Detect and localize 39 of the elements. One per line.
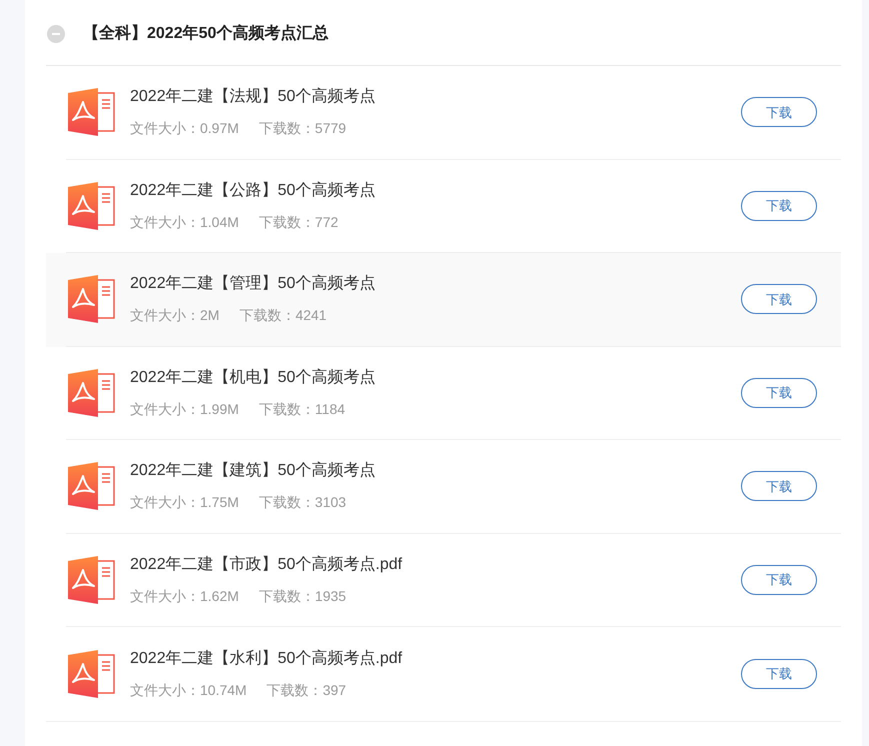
pdf-file-icon [66, 180, 116, 231]
file-size: 文件大小：1.99M [130, 400, 239, 419]
file-size: 文件大小：1.04M [130, 212, 239, 232]
download-count: 下载数：397 [266, 680, 346, 700]
download-button[interactable]: 下载 [741, 190, 817, 221]
file-size: 文件大小：1.62M [130, 586, 239, 606]
download-count: 下载数：4241 [239, 306, 327, 326]
download-button[interactable]: 下载 [741, 658, 817, 689]
pdf-file-icon [66, 87, 116, 138]
download-count: 下载数：1184 [258, 400, 346, 419]
file-size: 文件大小：0.97M [130, 119, 239, 138]
download-button[interactable]: 下载 [741, 471, 817, 502]
file-size: 文件大小：2M [130, 306, 220, 326]
download-count: 下载数：5779 [258, 119, 346, 138]
file-row[interactable]: 2022年二建【管理】50个高频考点 文件大小：2M 下载数：4241 下载 [46, 253, 841, 346]
file-name[interactable]: 2022年二建【管理】50个高频考点 [130, 272, 741, 296]
file-size: 文件大小：10.74M [130, 680, 247, 700]
file-name[interactable]: 2022年二建【市政】50个高频考点.pdf [130, 552, 741, 577]
file-name[interactable]: 2022年二建【建筑】50个高频考点 [130, 459, 741, 484]
file-name[interactable]: 2022年二建【机电】50个高频考点 [130, 366, 741, 390]
pdf-file-icon [66, 648, 116, 699]
file-name[interactable]: 2022年二建【公路】50个高频考点 [130, 178, 741, 203]
download-count: 下载数：3103 [258, 493, 346, 512]
file-size: 文件大小：1.75M [130, 493, 239, 512]
download-button[interactable]: 下载 [741, 97, 817, 128]
download-count: 下载数：772 [258, 212, 338, 232]
pdf-file-icon [66, 554, 116, 605]
file-row[interactable]: 2022年二建【机电】50个高频考点 文件大小：1.99M 下载数：1184 下载 [46, 346, 841, 440]
pdf-file-icon [66, 368, 116, 418]
collapse-icon[interactable] [47, 24, 65, 42]
download-button[interactable]: 下载 [741, 284, 817, 314]
download-count: 下载数：1935 [258, 586, 346, 606]
file-name[interactable]: 2022年二建【法规】50个高频考点 [130, 85, 741, 110]
file-name[interactable]: 2022年二建【水利】50个高频考点.pdf [130, 646, 741, 671]
pdf-file-icon [66, 461, 116, 512]
section-title: 【全科】2022年50个高频考点汇总 [83, 23, 328, 44]
download-button[interactable]: 下载 [741, 378, 817, 408]
pdf-file-icon [66, 274, 116, 324]
download-button[interactable]: 下载 [741, 564, 817, 595]
